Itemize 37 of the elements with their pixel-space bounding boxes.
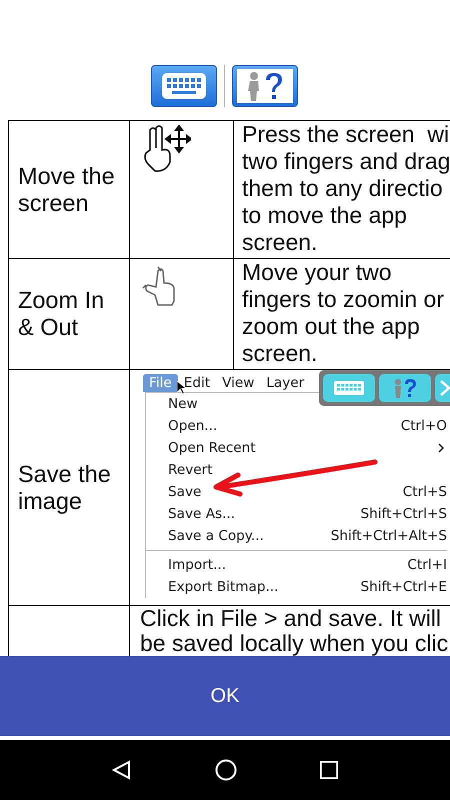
shortcut-text: Ctrl+O <box>400 418 447 434</box>
menu-item[interactable]: Save a Copy... <box>168 528 264 544</box>
row-title: Zoom In & Out <box>18 287 106 341</box>
shortcut-text: Ctrl+I <box>407 557 447 573</box>
shortcut-text: Ctrl+S <box>402 484 447 500</box>
menu-item[interactable]: Save As... <box>168 506 236 522</box>
hand-drag-icon <box>141 125 191 175</box>
keyboard-button[interactable] <box>151 65 217 107</box>
chevron-right-icon <box>438 443 444 453</box>
menu-item[interactable]: Open... <box>168 418 218 434</box>
help-icon <box>237 69 293 103</box>
instruction-text: Press the screen wi two fingers and drag them to any directio to move the app screen. <box>242 121 450 256</box>
recents-icon[interactable] <box>320 761 338 779</box>
help-button[interactable] <box>379 374 431 402</box>
keyboard-icon <box>162 73 206 99</box>
cursor-icon <box>177 381 185 394</box>
shortcut-text: Shift+Ctrl+E <box>360 579 447 595</box>
row-title: Move the screen <box>18 162 116 216</box>
instruction-text: Click in File > and save. It will be saved locally when you clic <box>140 606 450 656</box>
menu-item[interactable]: Open Recent <box>168 440 256 456</box>
shortcut-text: Shift+Ctrl+Alt+S <box>330 528 447 544</box>
home-icon[interactable] <box>214 759 237 781</box>
help-button[interactable] <box>232 65 298 107</box>
menu-title[interactable]: View <box>216 374 260 392</box>
menu-item[interactable]: Save <box>168 484 202 500</box>
back-icon[interactable] <box>112 760 132 780</box>
menu-item[interactable]: Revert <box>168 462 213 478</box>
menu-item[interactable]: New <box>168 396 198 412</box>
keyboard-icon <box>334 381 364 395</box>
row-title: Save the image <box>18 460 112 514</box>
ok-button[interactable]: OK <box>0 656 450 736</box>
instruction-text: Move your two fingers to zoomin or zoom out the app screen. <box>242 259 445 367</box>
menu-item[interactable]: Import... <box>168 557 226 573</box>
close-button[interactable] <box>435 374 450 402</box>
menu-title[interactable]: Layer <box>260 374 310 392</box>
shortcut-text: Shift+Ctrl+S <box>360 506 447 522</box>
menu-item[interactable]: Export Bitmap... <box>168 579 278 595</box>
